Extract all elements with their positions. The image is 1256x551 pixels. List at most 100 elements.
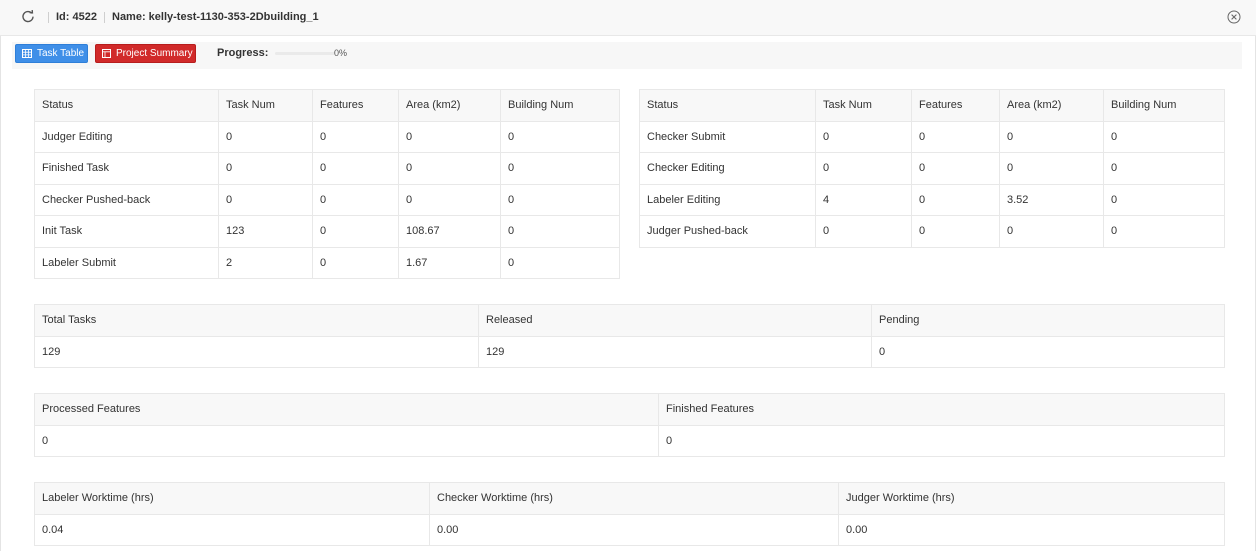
column-header: Task Num bbox=[218, 89, 313, 122]
column-header: Checker Worktime (hrs) bbox=[429, 482, 839, 515]
table-cell: 0 bbox=[218, 120, 313, 153]
table-cell: Init Task bbox=[34, 215, 219, 248]
task-table-button[interactable]: Task Table bbox=[15, 44, 88, 63]
column-header: Features bbox=[911, 89, 1000, 122]
table-cell: 0 bbox=[815, 152, 912, 185]
table-cell: 129 bbox=[34, 335, 479, 368]
table-cell: 0.00 bbox=[429, 513, 839, 546]
table-icon bbox=[22, 49, 32, 58]
table-cell: 0 bbox=[911, 183, 1000, 216]
table-cell: 2 bbox=[218, 246, 313, 279]
progress-bar bbox=[275, 52, 335, 55]
table-cell: 0 bbox=[500, 120, 620, 153]
column-header: Task Num bbox=[815, 89, 912, 122]
table-cell: 4 bbox=[815, 183, 912, 216]
table-cell: 0.00 bbox=[838, 513, 1225, 546]
column-header: Status bbox=[34, 89, 219, 122]
tasks-summary-table: Total Tasks Released Pending 129 129 0 bbox=[34, 304, 1225, 368]
table-row: Judger Editing 0 0 0 0 bbox=[34, 120, 620, 153]
table-row: Init Task 123 0 108.67 0 bbox=[34, 215, 620, 248]
table-cell: 0 bbox=[999, 120, 1104, 153]
table-cell: Labeler Submit bbox=[34, 246, 219, 279]
worktime-summary-table: Labeler Worktime (hrs) Checker Worktime … bbox=[34, 482, 1225, 546]
table-cell: Checker Pushed-back bbox=[34, 183, 219, 216]
panel-header: Id: 4522 Name: kelly-test-1130-353-2Dbui… bbox=[0, 0, 1256, 36]
table-cell: 123 bbox=[218, 215, 313, 248]
table-cell: 0 bbox=[1103, 152, 1225, 185]
table-cell: 129 bbox=[478, 335, 872, 368]
table-cell: 0 bbox=[34, 424, 659, 457]
task-table-label: Task Table bbox=[37, 48, 85, 59]
column-header: Area (km2) bbox=[398, 89, 501, 122]
column-header: Finished Features bbox=[658, 393, 1225, 426]
status-table-right: Status Task Num Features Area (km2) Buil… bbox=[639, 89, 1225, 248]
column-header: Building Num bbox=[500, 89, 620, 122]
table-cell: 0 bbox=[218, 183, 313, 216]
table-cell: 0 bbox=[500, 183, 620, 216]
table-cell: 0 bbox=[218, 152, 313, 185]
table-row: 0.04 0.00 0.00 bbox=[34, 513, 1225, 546]
table-cell: 0 bbox=[999, 152, 1104, 185]
table-header-row: Status Task Num Features Area (km2) Buil… bbox=[639, 89, 1225, 122]
column-header: Labeler Worktime (hrs) bbox=[34, 482, 430, 515]
table-cell: 0 bbox=[398, 183, 501, 216]
table-cell: Finished Task bbox=[34, 152, 219, 185]
table-cell: 0 bbox=[999, 215, 1104, 248]
close-icon[interactable] bbox=[1227, 10, 1241, 24]
table-cell: 0 bbox=[911, 120, 1000, 153]
refresh-icon[interactable] bbox=[20, 8, 36, 24]
table-cell: 0 bbox=[1103, 183, 1225, 216]
table-header-row: Status Task Num Features Area (km2) Buil… bbox=[34, 89, 620, 122]
table-cell: 0 bbox=[312, 183, 399, 216]
project-summary-label: Project Summary bbox=[116, 48, 193, 59]
table-cell: 0 bbox=[500, 215, 620, 248]
column-header: Released bbox=[478, 304, 872, 337]
summary-icon bbox=[102, 49, 111, 58]
table-row: 129 129 0 bbox=[34, 335, 1225, 368]
table-row: Labeler Editing 4 0 3.52 0 bbox=[639, 183, 1225, 216]
table-cell: Judger Editing bbox=[34, 120, 219, 153]
table-cell: 0 bbox=[815, 215, 912, 248]
project-name: Name: kelly-test-1130-353-2Dbuilding_1 bbox=[112, 11, 319, 23]
column-header: Area (km2) bbox=[999, 89, 1104, 122]
column-header: Building Num bbox=[1103, 89, 1225, 122]
table-header-row: Labeler Worktime (hrs) Checker Worktime … bbox=[34, 482, 1225, 515]
table-cell: 0 bbox=[658, 424, 1225, 457]
project-id: Id: 4522 bbox=[56, 11, 97, 23]
progress-percent: 0% bbox=[334, 48, 348, 58]
table-cell: 0 bbox=[911, 152, 1000, 185]
table-cell: 0.04 bbox=[34, 513, 430, 546]
table-cell: 0 bbox=[398, 152, 501, 185]
table-cell: 0 bbox=[312, 152, 399, 185]
table-cell: Judger Pushed-back bbox=[639, 215, 816, 248]
table-cell: 0 bbox=[500, 246, 620, 279]
column-header: Pending bbox=[871, 304, 1225, 337]
table-cell: 0 bbox=[312, 215, 399, 248]
table-cell: 0 bbox=[871, 335, 1225, 368]
table-row: Checker Pushed-back 0 0 0 0 bbox=[34, 183, 620, 216]
table-cell: 108.67 bbox=[398, 215, 501, 248]
table-cell: 0 bbox=[911, 215, 1000, 248]
header-separator bbox=[104, 12, 105, 23]
table-cell: 0 bbox=[312, 246, 399, 279]
table-cell: 0 bbox=[1103, 120, 1225, 153]
table-cell: 0 bbox=[398, 120, 501, 153]
column-header: Status bbox=[639, 89, 816, 122]
table-cell: Checker Submit bbox=[639, 120, 816, 153]
table-row: 0 0 bbox=[34, 424, 1225, 457]
table-cell: 0 bbox=[815, 120, 912, 153]
table-cell: Checker Editing bbox=[639, 152, 816, 185]
table-cell: 1.67 bbox=[398, 246, 501, 279]
table-cell: 0 bbox=[500, 152, 620, 185]
column-header: Judger Worktime (hrs) bbox=[838, 482, 1225, 515]
features-summary-table: Processed Features Finished Features 0 0 bbox=[34, 393, 1225, 457]
table-cell: 0 bbox=[1103, 215, 1225, 248]
header-separator bbox=[48, 12, 49, 23]
table-row: Checker Submit 0 0 0 0 bbox=[639, 120, 1225, 153]
table-cell: 0 bbox=[312, 120, 399, 153]
table-row: Judger Pushed-back 0 0 0 0 bbox=[639, 215, 1225, 248]
project-summary-button[interactable]: Project Summary bbox=[95, 44, 196, 63]
table-row: Checker Editing 0 0 0 0 bbox=[639, 152, 1225, 185]
toolbar: Task Table Project Summary Progress: 0% bbox=[12, 42, 1242, 69]
table-cell: Labeler Editing bbox=[639, 183, 816, 216]
